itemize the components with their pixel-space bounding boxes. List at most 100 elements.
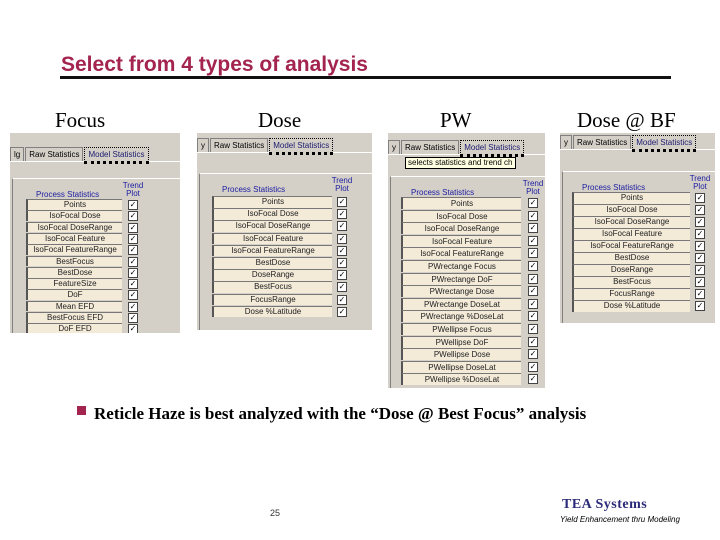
statistic-row[interactable]: FeatureSize xyxy=(26,278,122,289)
tab-model-statistics[interactable]: Model Statistics xyxy=(460,140,525,157)
trend-plot-checkbox[interactable]: ✓ xyxy=(128,267,138,278)
statistic-row[interactable]: IsoFocal Feature xyxy=(212,232,332,245)
statistic-row[interactable]: DoseRange xyxy=(572,264,690,276)
trend-plot-checkbox[interactable]: ✓ xyxy=(128,313,138,323)
statistic-row[interactable]: Points xyxy=(212,196,332,208)
trend-plot-checkbox[interactable]: ✓ xyxy=(128,279,138,290)
trend-plot-checkbox[interactable]: ✓ xyxy=(528,248,538,259)
trend-plot-checkbox[interactable]: ✓ xyxy=(528,235,538,246)
statistic-row[interactable]: IsoFocal Feature xyxy=(401,234,521,247)
trend-plot-checkbox[interactable]: ✓ xyxy=(128,211,138,222)
statistic-row[interactable]: PWellipse DoF xyxy=(401,335,521,348)
statistic-row[interactable]: IsoFocal Dose xyxy=(572,204,690,216)
tab-raw-statistics[interactable]: Raw Statistics xyxy=(210,138,269,152)
statistic-row[interactable]: DoF EFD xyxy=(26,323,122,333)
statistic-row[interactable]: FocusRange xyxy=(212,293,332,306)
tab-lg[interactable]: lg xyxy=(10,147,25,161)
statistic-row[interactable]: BestFocus xyxy=(26,255,122,267)
tab-model-statistics[interactable]: Model Statistics xyxy=(84,147,149,164)
trend-plot-checkbox[interactable]: ✓ xyxy=(128,301,138,312)
trend-plot-checkbox[interactable]: ✓ xyxy=(337,221,347,232)
trend-plot-checkbox[interactable]: ✓ xyxy=(695,205,705,215)
trend-plot-checkbox[interactable]: ✓ xyxy=(528,298,538,309)
statistic-row[interactable]: BestFocus xyxy=(572,276,690,288)
trend-plot-checkbox[interactable]: ✓ xyxy=(128,200,138,210)
statistic-row[interactable]: IsoFocal Feature xyxy=(26,232,122,244)
trend-plot-checkbox[interactable]: ✓ xyxy=(337,258,347,268)
tab-raw-statistics[interactable]: Raw Statistics xyxy=(573,135,632,149)
trend-plot-checkbox[interactable]: ✓ xyxy=(528,349,538,360)
trend-plot-checkbox[interactable]: ✓ xyxy=(128,245,138,256)
trend-plot-checkbox[interactable]: ✓ xyxy=(528,198,538,208)
trend-plot-checkbox[interactable]: ✓ xyxy=(128,233,138,244)
trend-plot-checkbox[interactable]: ✓ xyxy=(337,233,347,244)
statistic-row[interactable]: IsoFocal FeatureRange xyxy=(26,244,122,255)
trend-plot-checkbox[interactable]: ✓ xyxy=(337,294,347,305)
statistic-row[interactable]: IsoFocal FeatureRange xyxy=(572,240,690,252)
trend-plot-checkbox[interactable]: ✓ xyxy=(695,277,705,287)
trend-plot-checkbox[interactable]: ✓ xyxy=(695,301,705,311)
statistic-row[interactable]: Dose %Latitude xyxy=(212,305,332,318)
statistic-row[interactable]: IsoFocal FeatureRange xyxy=(401,247,521,260)
statistic-row[interactable]: PWrectange Focus xyxy=(401,260,521,273)
trend-plot-checkbox[interactable]: ✓ xyxy=(128,324,138,333)
statistic-row[interactable]: PWellipse Dose xyxy=(401,348,521,361)
trend-plot-checkbox[interactable]: ✓ xyxy=(337,197,347,207)
trend-plot-checkbox[interactable]: ✓ xyxy=(695,265,705,275)
trend-plot-checkbox[interactable]: ✓ xyxy=(128,256,138,267)
statistic-row[interactable]: Points xyxy=(26,199,122,210)
trend-plot-checkbox[interactable]: ✓ xyxy=(695,217,705,227)
trend-plot-checkbox[interactable]: ✓ xyxy=(528,210,538,221)
statistic-row[interactable]: PWrectange Dose xyxy=(401,285,521,298)
statistic-row[interactable]: IsoFocal Dose xyxy=(212,208,332,220)
statistic-row[interactable]: DoF xyxy=(26,289,122,301)
trend-plot-checkbox[interactable]: ✓ xyxy=(128,290,138,301)
statistic-row[interactable]: PWellipse %DoseLat xyxy=(401,373,521,386)
statistic-row[interactable]: PWrectange %DoseLat xyxy=(401,310,521,323)
statistic-row[interactable]: BestFocus xyxy=(212,281,332,294)
trend-plot-checkbox[interactable]: ✓ xyxy=(695,229,705,239)
trend-plot-checkbox[interactable]: ✓ xyxy=(128,222,138,233)
tab-model-statistics[interactable]: Model Statistics xyxy=(632,135,697,152)
trend-plot-checkbox[interactable]: ✓ xyxy=(528,361,538,372)
statistic-row[interactable]: Dose %Latitude xyxy=(572,300,690,312)
tab-raw-statistics[interactable]: Raw Statistics xyxy=(401,140,460,154)
trend-plot-checkbox[interactable]: ✓ xyxy=(528,324,538,334)
trend-plot-checkbox[interactable]: ✓ xyxy=(337,306,347,317)
statistic-row[interactable]: DoseRange xyxy=(212,269,332,281)
statistic-row[interactable]: IsoFocal DoseRange xyxy=(26,221,122,233)
trend-plot-checkbox[interactable]: ✓ xyxy=(528,223,538,234)
statistic-row[interactable]: PWrectange DoseLat xyxy=(401,297,521,310)
statistic-row[interactable]: PWellipse Focus xyxy=(401,323,521,336)
tab-raw-statistics[interactable]: Raw Statistics xyxy=(25,147,84,161)
trend-plot-checkbox[interactable]: ✓ xyxy=(528,336,538,347)
statistic-row[interactable]: BestDose xyxy=(212,257,332,269)
statistic-row[interactable]: IsoFocal DoseRange xyxy=(401,222,521,235)
statistic-row[interactable]: BestFocus EFD xyxy=(26,312,122,323)
statistic-row[interactable]: Points xyxy=(401,197,521,210)
trend-plot-checkbox[interactable]: ✓ xyxy=(337,209,347,220)
statistic-row[interactable]: IsoFocal DoseRange xyxy=(572,216,690,228)
statistic-row[interactable]: IsoFocal Dose xyxy=(401,209,521,222)
trend-plot-checkbox[interactable]: ✓ xyxy=(337,270,347,281)
statistic-row[interactable]: IsoFocal DoseRange xyxy=(212,220,332,233)
trend-plot-checkbox[interactable]: ✓ xyxy=(695,253,705,263)
statistic-row[interactable]: FocusRange xyxy=(572,288,690,300)
tab-y[interactable]: y xyxy=(560,135,572,149)
statistic-row[interactable]: IsoFocal Feature xyxy=(572,228,690,240)
statistic-row[interactable]: BestDose xyxy=(26,266,122,278)
trend-plot-checkbox[interactable]: ✓ xyxy=(337,282,347,293)
trend-plot-checkbox[interactable]: ✓ xyxy=(528,286,538,297)
tab-model-statistics[interactable]: Model Statistics xyxy=(269,138,334,155)
statistic-row[interactable]: IsoFocal Dose xyxy=(26,210,122,222)
statistic-row[interactable]: IsoFocal FeatureRange xyxy=(212,244,332,257)
statistic-row[interactable]: BestDose xyxy=(572,252,690,264)
statistic-row[interactable]: Mean EFD xyxy=(26,300,122,312)
trend-plot-checkbox[interactable]: ✓ xyxy=(695,241,705,251)
trend-plot-checkbox[interactable]: ✓ xyxy=(695,289,705,299)
trend-plot-checkbox[interactable]: ✓ xyxy=(528,261,538,271)
tab-y[interactable]: y xyxy=(388,140,400,154)
trend-plot-checkbox[interactable]: ✓ xyxy=(528,311,538,322)
tab-y[interactable]: y xyxy=(197,138,209,152)
trend-plot-checkbox[interactable]: ✓ xyxy=(337,245,347,256)
